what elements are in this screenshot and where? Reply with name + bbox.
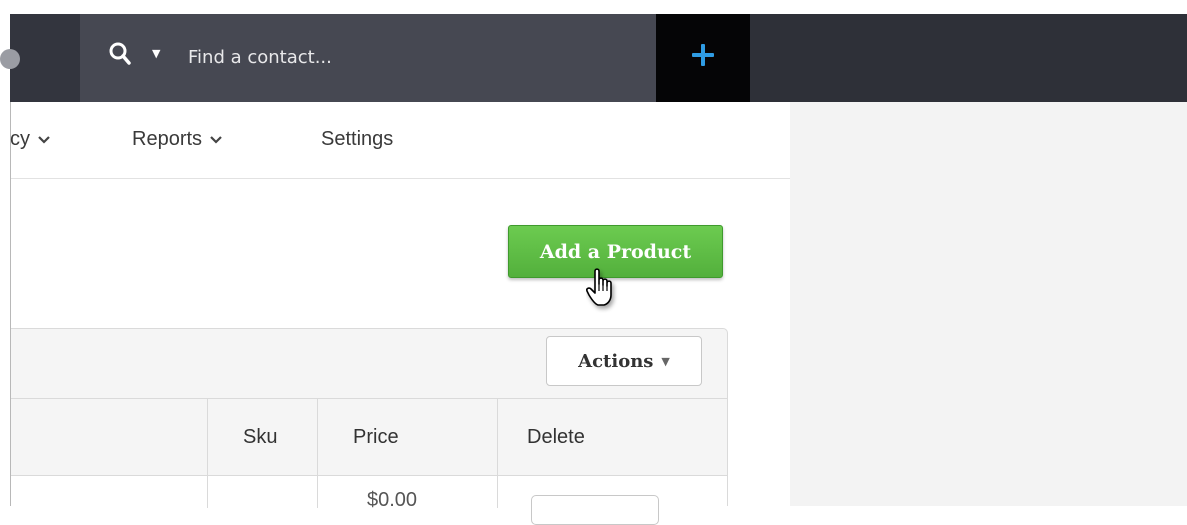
nav-item-reports[interactable]: Reports <box>132 128 222 151</box>
nav-item-partial[interactable]: cy <box>10 128 50 151</box>
delete-button[interactable] <box>531 495 659 525</box>
search-input[interactable] <box>188 40 588 74</box>
search-icon[interactable] <box>109 42 131 68</box>
column-header-delete: Delete <box>527 426 585 448</box>
actions-dropdown[interactable]: Actions ▼ <box>546 336 702 386</box>
nav-item-label: cy <box>10 128 30 150</box>
column-header-sku[interactable]: Sku <box>243 426 277 449</box>
column-divider <box>497 399 498 508</box>
column-header-price[interactable]: Price <box>353 426 399 449</box>
chevron-down-icon <box>38 135 50 144</box>
products-table: Sku Price Delete $0.00 <box>11 398 727 525</box>
nav-item-label: Reports <box>132 128 203 150</box>
add-product-label: Add a Product <box>539 240 692 263</box>
top-bar: ▼ <box>0 14 1187 102</box>
main-content: Add a Product Actions ▼ Sku Price Delete… <box>11 179 790 525</box>
add-button[interactable] <box>656 14 750 102</box>
main-nav: cy Reports Settings <box>10 102 790 179</box>
hand-cursor-icon <box>586 268 612 306</box>
right-background <box>790 102 1187 506</box>
products-panel: Actions ▼ Sku Price Delete $0.00 <box>11 328 728 525</box>
table-cell-price: $0.00 <box>367 489 418 511</box>
chevron-down-icon <box>210 135 222 144</box>
nav-item-settings[interactable]: Settings <box>321 128 393 151</box>
nav-item-label: Settings <box>321 128 394 150</box>
help-icon[interactable] <box>0 49 20 69</box>
caret-down-icon[interactable]: ▼ <box>152 47 160 60</box>
column-divider <box>207 399 208 508</box>
plus-icon <box>692 44 714 66</box>
topbar-left-section <box>0 14 80 102</box>
column-divider <box>317 399 318 508</box>
search-bar: ▼ <box>80 14 656 102</box>
actions-label: Actions <box>578 350 654 372</box>
caret-down-icon: ▼ <box>661 354 670 368</box>
